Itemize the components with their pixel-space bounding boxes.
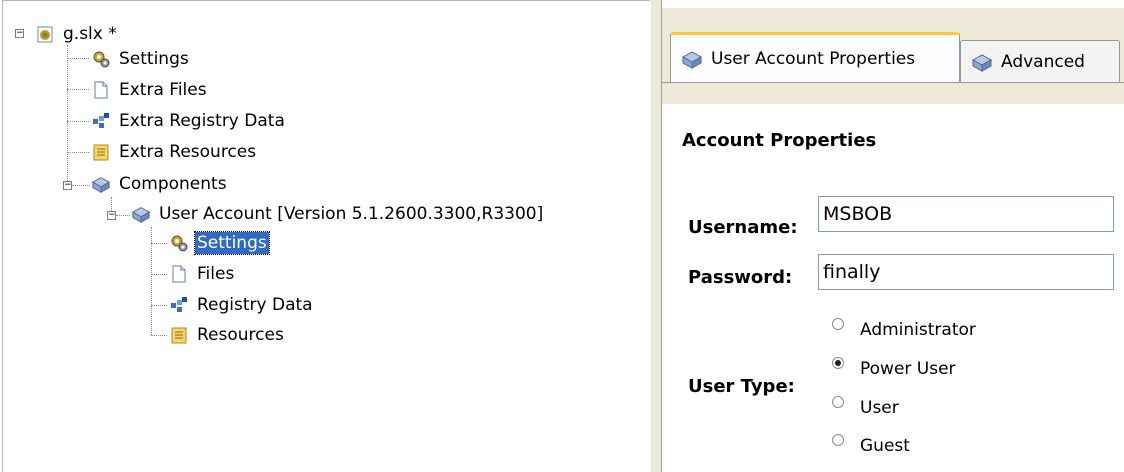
password-field[interactable] bbox=[818, 254, 1114, 290]
properties-pane: User Account Properties Advanced Account… bbox=[662, 0, 1124, 472]
component-icon bbox=[681, 48, 703, 70]
tree-node-label: Settings bbox=[119, 49, 189, 69]
tab-label: Advanced bbox=[1001, 51, 1085, 72]
radio-label: Guest bbox=[860, 436, 910, 456]
tree-node-ua-registry-data[interactable]: Registry Data bbox=[169, 293, 315, 317]
gears-icon bbox=[169, 233, 189, 253]
username-field[interactable] bbox=[818, 196, 1114, 232]
tree-node-components[interactable]: Components bbox=[91, 172, 229, 196]
resources-icon bbox=[91, 142, 111, 162]
user-type-label: User Type: bbox=[688, 376, 795, 397]
radio-guest[interactable]: Guest bbox=[832, 434, 910, 456]
password-label: Password: bbox=[688, 267, 793, 288]
radio-user[interactable]: User bbox=[832, 396, 899, 418]
radio-power-user[interactable]: Power User bbox=[832, 357, 956, 379]
tree-node-label: Extra Registry Data bbox=[119, 111, 285, 131]
tree-node-ua-files[interactable]: Files bbox=[169, 262, 236, 286]
tree-node-label: Extra Files bbox=[119, 80, 207, 100]
registry-icon bbox=[169, 295, 189, 315]
tab-strip: User Account Properties Advanced bbox=[662, 8, 1124, 104]
resources-icon bbox=[169, 325, 189, 345]
tree-node-label: Files bbox=[197, 264, 235, 284]
tree-node-label: Registry Data bbox=[197, 295, 313, 315]
tree-node-extra-registry-data[interactable]: Extra Registry Data bbox=[91, 109, 287, 133]
file-icon bbox=[169, 264, 189, 284]
project-icon bbox=[35, 24, 55, 44]
tree-node-label: Resources bbox=[197, 325, 284, 345]
tree-node-label: g.slx * bbox=[63, 24, 117, 44]
radio-button[interactable] bbox=[832, 318, 844, 330]
radio-label: Administrator bbox=[860, 320, 976, 340]
radio-button[interactable] bbox=[832, 434, 844, 446]
tree-node-root[interactable]: g.slx * bbox=[35, 22, 119, 46]
tree-node-label: User Account [Version 5.1.2600.3300,R330… bbox=[159, 204, 544, 224]
component-icon bbox=[971, 51, 993, 73]
gears-icon bbox=[91, 49, 111, 69]
tree-node-label: Settings bbox=[194, 231, 270, 255]
tree-node-label: Extra Resources bbox=[119, 142, 257, 162]
pane-splitter[interactable] bbox=[650, 0, 662, 472]
component-icon bbox=[131, 204, 151, 224]
tree-node-user-account[interactable]: User Account [Version 5.1.2600.3300,R330… bbox=[131, 202, 545, 226]
section-heading: Account Properties bbox=[682, 130, 877, 151]
user-account-expander[interactable]: − bbox=[107, 211, 116, 220]
tab-label: User Account Properties bbox=[711, 48, 916, 69]
file-icon bbox=[91, 80, 111, 100]
root-expander[interactable]: − bbox=[15, 29, 24, 38]
tree-node-extra-resources[interactable]: Extra Resources bbox=[91, 140, 258, 164]
component-icon bbox=[91, 174, 111, 194]
tree-node-ua-resources[interactable]: Resources bbox=[169, 323, 286, 347]
components-expander[interactable]: − bbox=[63, 181, 72, 190]
radio-administrator[interactable]: Administrator bbox=[832, 318, 976, 340]
tab-content-border bbox=[662, 82, 1124, 83]
username-label: Username: bbox=[688, 217, 798, 238]
tree-node-settings[interactable]: Settings bbox=[91, 47, 191, 71]
tab-advanced[interactable]: Advanced bbox=[960, 40, 1120, 82]
tree-pane: − g.slx * Settings Extra Files Extra Reg… bbox=[2, 0, 650, 472]
tree-node-label: Components bbox=[119, 174, 227, 194]
tab-user-account-properties[interactable]: User Account Properties bbox=[670, 32, 960, 82]
radio-button[interactable] bbox=[832, 396, 844, 408]
tree-node-extra-files[interactable]: Extra Files bbox=[91, 78, 209, 102]
radio-label: Power User bbox=[860, 359, 956, 379]
radio-label: User bbox=[860, 398, 899, 418]
tree-node-ua-settings[interactable]: Settings bbox=[169, 231, 270, 255]
radio-button[interactable] bbox=[832, 357, 844, 369]
registry-icon bbox=[91, 111, 111, 131]
